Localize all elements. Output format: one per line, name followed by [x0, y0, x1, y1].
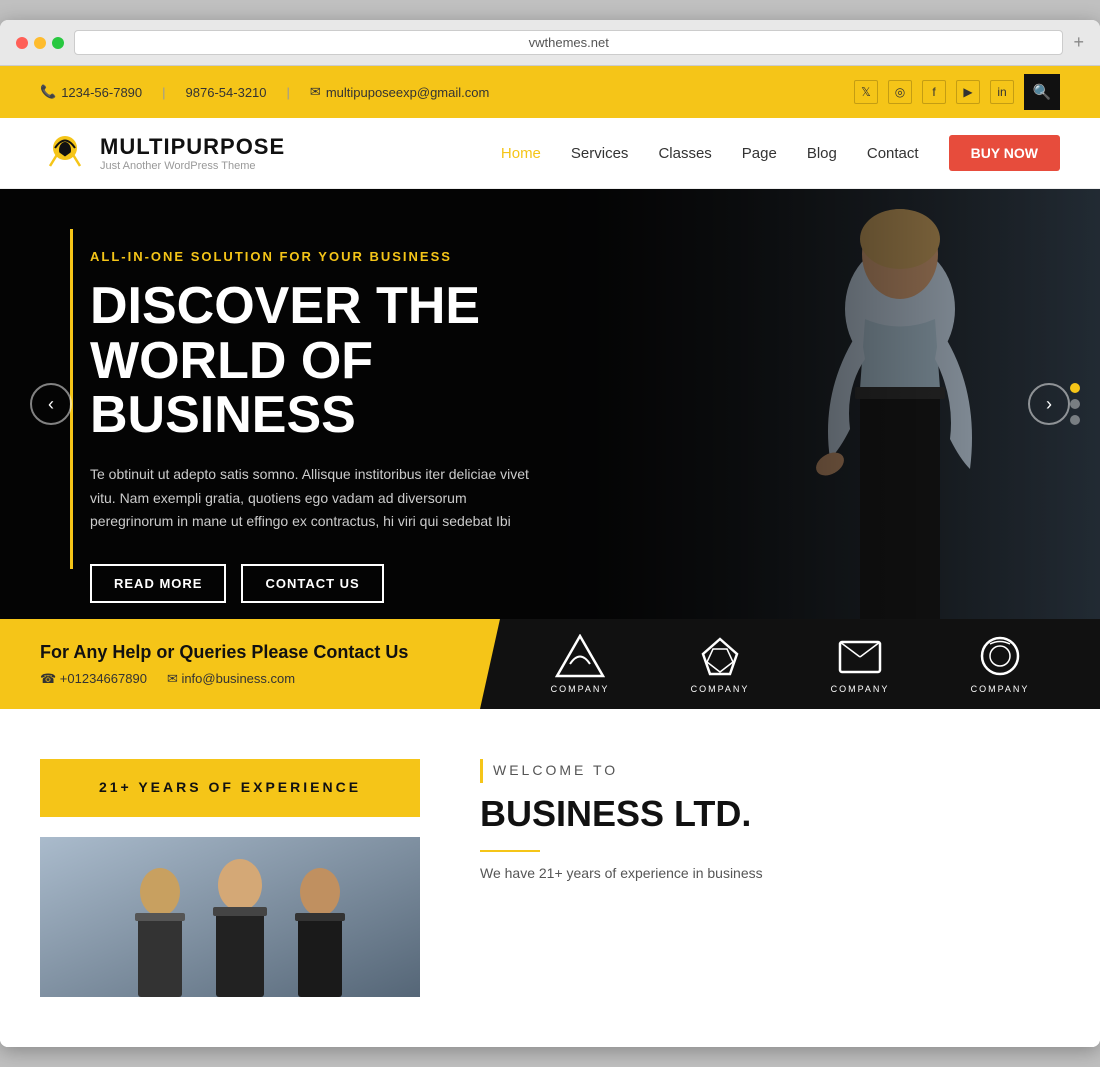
- youtube-icon[interactable]: ▶: [956, 80, 980, 104]
- search-button[interactable]: 🔍: [1024, 74, 1060, 110]
- hero-description: Te obtinuit ut adepto satis somno. Allis…: [90, 463, 540, 534]
- company-name-4: COMPANY: [971, 684, 1030, 694]
- nav-page[interactable]: Page: [742, 145, 777, 162]
- add-tab-button[interactable]: +: [1073, 32, 1084, 53]
- email-address: multipuposeexp@gmail.com: [326, 85, 490, 100]
- logo-icon: [40, 128, 90, 178]
- about-right: WELCOME TO BUSINESS LTD. We have 21+ yea…: [480, 759, 1060, 997]
- about-section: 21+ YEARS OF EXPERIENCE: [0, 709, 1100, 1047]
- company-icon-2: [695, 634, 745, 679]
- slider-dot-2[interactable]: [1070, 399, 1080, 409]
- company-logo-4: COMPANY: [971, 634, 1030, 694]
- contact-bar-left: For Any Help or Queries Please Contact U…: [0, 619, 480, 709]
- nav-services[interactable]: Services: [571, 145, 629, 162]
- company-icon-1: [555, 634, 605, 679]
- hero-subtitle: ALL-IN-ONE SOLUTION FOR YOUR BUSINESS: [90, 249, 610, 264]
- slider-next-button[interactable]: ›: [1028, 383, 1070, 425]
- phone-1: 1234-56-7890: [61, 85, 142, 100]
- twitter-icon[interactable]: 𝕏: [854, 80, 878, 104]
- phone-icon: 📞: [40, 84, 56, 100]
- browser-dots: [16, 37, 64, 49]
- phone-2: 9876-54-3210: [186, 85, 267, 100]
- hero-content: ALL-IN-ONE SOLUTION FOR YOUR BUSINESS DI…: [90, 249, 610, 603]
- contact-bar-heading: For Any Help or Queries Please Contact U…: [40, 642, 440, 663]
- facebook-icon[interactable]: f: [922, 80, 946, 104]
- company-logo-3: COMPANY: [831, 634, 890, 694]
- instagram-icon[interactable]: ◎: [888, 80, 912, 104]
- company-name-1: COMPANY: [551, 684, 610, 694]
- section-separator: [480, 850, 540, 852]
- address-bar[interactable]: vwthemes.net: [74, 30, 1063, 55]
- email-icon: ✉: [310, 84, 321, 100]
- hero-section: ALL-IN-ONE SOLUTION FOR YOUR BUSINESS DI…: [0, 189, 1100, 619]
- top-bar: 📞 1234-56-7890 | 9876-54-3210 | ✉ multip…: [0, 66, 1100, 118]
- hero-title-line1: DISCOVER THE WORLD OF: [90, 277, 480, 390]
- browser-window: vwthemes.net + 📞 1234-56-7890 | 9876-54-…: [0, 20, 1100, 1047]
- minimize-dot[interactable]: [34, 37, 46, 49]
- years-box: 21+ YEARS OF EXPERIENCE: [40, 759, 420, 817]
- linkedin-icon[interactable]: in: [990, 80, 1014, 104]
- company-icon-3: [835, 634, 885, 679]
- hero-title-line2: BUSINESS: [90, 386, 356, 444]
- about-title: BUSINESS LTD.: [480, 793, 1060, 835]
- company-logo-2: COMPANY: [691, 634, 750, 694]
- contact-bar-details: ☎ +01234667890 ✉ info@business.com: [40, 671, 440, 687]
- logo-text: MULTIPURPOSE Just Another WordPress Them…: [100, 134, 285, 172]
- about-image: [40, 837, 420, 997]
- separator2: |: [287, 85, 290, 100]
- arrow-left-icon: ‹: [48, 394, 54, 415]
- hero-buttons: READ MORE CONTACT US: [90, 564, 610, 603]
- logo-subtitle: Just Another WordPress Theme: [100, 160, 285, 172]
- about-description: We have 21+ years of experience in busin…: [480, 862, 1060, 886]
- company-svg-3: [835, 634, 885, 679]
- maximize-dot[interactable]: [52, 37, 64, 49]
- buy-now-button[interactable]: Buy Now: [949, 135, 1060, 171]
- nav-classes[interactable]: Classes: [658, 145, 711, 162]
- contact-bar-phone: ☎ +01234667890: [40, 671, 147, 687]
- nav-links: Home Services Classes Page Blog Contact …: [501, 135, 1060, 171]
- partners-section: COMPANY COMPANY: [480, 619, 1100, 709]
- company-svg-1: [555, 634, 605, 679]
- browser-toolbar: vwthemes.net +: [0, 20, 1100, 66]
- company-name-2: COMPANY: [691, 684, 750, 694]
- arrow-right-icon: ›: [1046, 394, 1052, 415]
- close-dot[interactable]: [16, 37, 28, 49]
- phone-2-info: 9876-54-3210: [186, 85, 267, 100]
- nav-blog[interactable]: Blog: [807, 145, 837, 162]
- years-label: 21+ YEARS OF EXPERIENCE: [99, 779, 361, 795]
- slider-dot-1[interactable]: [1070, 383, 1080, 393]
- nav-contact[interactable]: Contact: [867, 145, 919, 162]
- company-svg-4: [975, 634, 1025, 679]
- logo-title: MULTIPURPOSE: [100, 134, 285, 160]
- hero-title: DISCOVER THE WORLD OF BUSINESS: [90, 279, 610, 443]
- email-info: ✉ multipuposeexp@gmail.com: [310, 84, 489, 100]
- company-icon-4: [975, 634, 1025, 679]
- phone-1-info: 📞 1234-56-7890: [40, 84, 142, 100]
- navbar: MULTIPURPOSE Just Another WordPress Them…: [0, 118, 1100, 189]
- slider-prev-button[interactable]: ‹: [30, 383, 72, 425]
- about-left: 21+ YEARS OF EXPERIENCE: [40, 759, 420, 997]
- contact-us-button[interactable]: CONTACT US: [241, 564, 383, 603]
- top-bar-right: 𝕏 ◎ f ▶ in 🔍: [854, 74, 1060, 110]
- slider-dots: [1070, 383, 1080, 425]
- company-svg-2: [695, 634, 745, 679]
- logo: MULTIPURPOSE Just Another WordPress Them…: [40, 128, 285, 178]
- website-content: 📞 1234-56-7890 | 9876-54-3210 | ✉ multip…: [0, 66, 1100, 1047]
- slider-dot-3[interactable]: [1070, 415, 1080, 425]
- read-more-button[interactable]: READ MORE: [90, 564, 226, 603]
- separator: |: [162, 85, 165, 100]
- contact-bar: For Any Help or Queries Please Contact U…: [0, 619, 1100, 709]
- nav-home[interactable]: Home: [501, 145, 541, 162]
- about-men-svg: [40, 837, 420, 997]
- about-tag: WELCOME TO: [480, 759, 1060, 783]
- company-logo-1: COMPANY: [551, 634, 610, 694]
- contact-bar-email: ✉ info@business.com: [167, 671, 295, 687]
- top-bar-left: 📞 1234-56-7890 | 9876-54-3210 | ✉ multip…: [40, 84, 489, 100]
- company-name-3: COMPANY: [831, 684, 890, 694]
